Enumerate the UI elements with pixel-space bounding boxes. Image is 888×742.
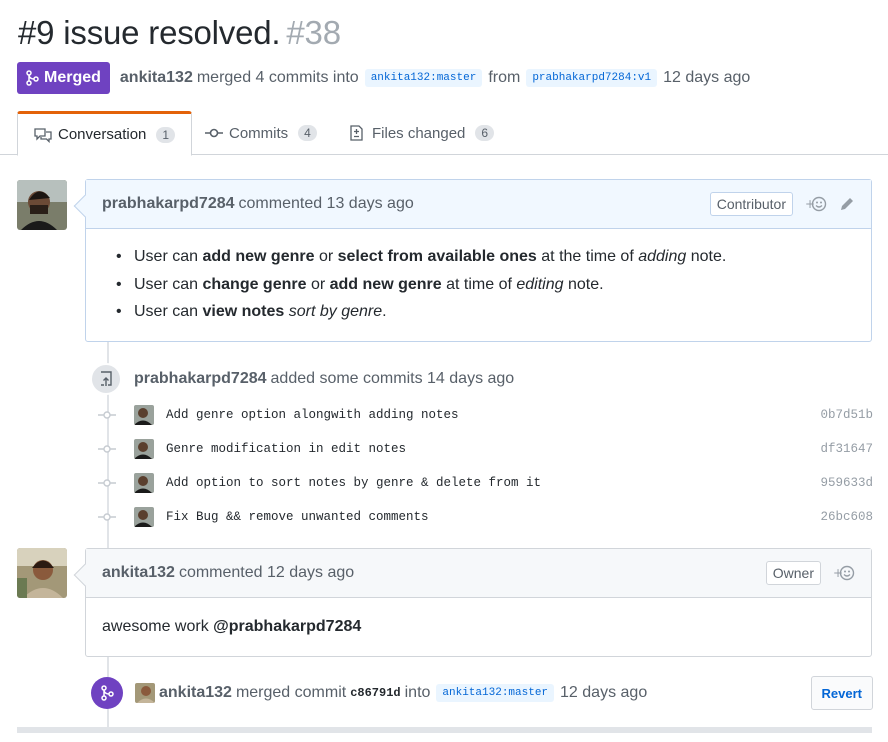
commit-group-author[interactable]: prabhakarpd7284 <box>134 370 267 388</box>
commit-sha-link[interactable]: 0b7d51b <box>820 408 873 422</box>
commit-row: Add option to sort notes by genre & dele… <box>98 471 873 495</box>
commit-message-link[interactable]: Add option to sort notes by genre & dele… <box>166 476 541 490</box>
comment-actions: Contributor + <box>709 192 855 216</box>
commit-row: Fix Bug && remove unwanted comments 26bc… <box>98 505 873 529</box>
pr-meta: Merged ankita132 merged 4 commits into a… <box>17 62 750 94</box>
commit-row: Genre modification in edit notes df31647 <box>98 437 873 461</box>
tab-label: Commits <box>229 124 289 142</box>
comment-timestamp[interactable]: commented 12 days ago <box>179 564 354 582</box>
avatar[interactable] <box>134 507 154 527</box>
tab-label: Conversation <box>58 126 147 143</box>
pr-time: 12 days ago <box>663 69 751 86</box>
comment-card: ankita132 commented 12 days ago Owner + … <box>73 548 872 657</box>
state-label: Merged <box>44 69 101 86</box>
pencil-icon[interactable] <box>839 196 855 212</box>
timeline-line <box>107 340 109 730</box>
comment-author[interactable]: prabhakarpd7284 <box>102 195 235 213</box>
list-item: User can add new genre or select from av… <box>116 243 855 271</box>
head-branch[interactable]: prabhakarpd7284:v1 <box>526 69 658 87</box>
git-commit-icon <box>98 440 116 458</box>
commit-group-header: prabhakarpd7284 added some commits 14 da… <box>90 363 514 395</box>
merge-commit-sha[interactable]: c86791d <box>350 686 400 700</box>
tab-files-changed[interactable]: Files changed 6 <box>348 111 495 155</box>
avatar[interactable] <box>134 473 154 493</box>
git-commit-icon <box>98 508 116 526</box>
merge-description: merged 4 commits into <box>196 69 359 86</box>
merge-author[interactable]: ankita132 <box>159 684 232 702</box>
avatar[interactable] <box>135 683 155 703</box>
user-mention-link[interactable]: @prabhakarpd7284 <box>213 618 361 635</box>
into-text: into <box>404 684 431 701</box>
file-diff-icon <box>350 125 363 141</box>
pr-author-link[interactable]: ankita132 <box>120 69 193 87</box>
git-merge-icon <box>91 677 123 709</box>
comment-body: awesome work @prabhakarpd7284 <box>86 598 871 648</box>
avatar[interactable] <box>17 180 67 230</box>
commit-message-link[interactable]: Fix Bug && remove unwanted comments <box>166 510 429 524</box>
from-text: from <box>488 69 521 86</box>
git-commit-icon <box>98 406 116 424</box>
commit-sha-link[interactable]: df31647 <box>820 442 873 456</box>
list-item: User can change genre or add new genre a… <box>116 271 855 299</box>
tab-counter: 4 <box>298 125 317 141</box>
tab-counter: 1 <box>156 126 176 143</box>
commit-message-link[interactable]: Add genre option alongwith adding notes <box>166 408 459 422</box>
avatar[interactable] <box>17 548 67 598</box>
comment-discussion-icon <box>34 127 52 143</box>
pr-tabs: Conversation 1 Commits 4 Files changed 6 <box>0 111 888 156</box>
comment-actions: Owner + <box>765 561 855 585</box>
tab-conversation[interactable]: Conversation 1 <box>17 111 193 156</box>
svg-text:+: + <box>833 566 843 580</box>
revert-button[interactable]: Revert <box>810 676 873 710</box>
commit-sha-link[interactable]: 959633d <box>820 476 873 490</box>
commit-sha-link[interactable]: 26bc608 <box>820 510 873 524</box>
commit-message-link[interactable]: Genre modification in edit notes <box>166 442 406 456</box>
tab-counter: 6 <box>475 125 495 141</box>
commit-row: Add genre option alongwith adding notes … <box>98 403 873 427</box>
base-branch[interactable]: ankita132:master <box>364 69 483 87</box>
merge-time[interactable]: 12 days ago <box>560 684 647 702</box>
comment-body: User can add new genre or select from av… <box>86 229 871 338</box>
merge-target-branch[interactable]: ankita132:master <box>436 684 555 702</box>
contributor-label: Contributor <box>709 192 793 216</box>
pr-number: #38 <box>286 14 341 51</box>
list-item: User can view notes sort by genre. <box>116 298 855 326</box>
comment-card: prabhakarpd7284 commented 13 days ago Co… <box>73 179 872 342</box>
tab-label: Files changed <box>372 124 466 142</box>
merge-text: merged commit <box>235 684 347 701</box>
avatar[interactable] <box>134 439 154 459</box>
merge-event: ankita132 merged commit c86791d into ank… <box>91 676 873 710</box>
git-merge-icon <box>26 70 39 86</box>
comment-header: ankita132 commented 12 days ago Owner + <box>86 549 871 598</box>
timeline-divider <box>17 727 872 733</box>
commit-group-text: added some commits 14 days ago <box>270 370 515 387</box>
repo-push-icon <box>90 363 122 395</box>
comment-list: User can add new genre or select from av… <box>102 243 855 326</box>
pr-title-text: #9 issue resolved. <box>18 14 281 51</box>
comment-header: prabhakarpd7284 commented 13 days ago Co… <box>86 180 871 229</box>
comment-timestamp[interactable]: commented 13 days ago <box>239 195 414 213</box>
git-commit-icon <box>98 474 116 492</box>
page-title: #9 issue resolved. #38 <box>18 14 341 52</box>
comment-author[interactable]: ankita132 <box>102 564 175 582</box>
svg-text:+: + <box>805 197 815 211</box>
tab-commits[interactable]: Commits 4 <box>205 111 317 155</box>
owner-label: Owner <box>765 561 821 585</box>
add-reaction-icon[interactable]: + <box>833 565 855 581</box>
add-reaction-icon[interactable]: + <box>805 196 827 212</box>
merged-state-badge: Merged <box>17 62 110 94</box>
git-commit-icon <box>205 128 223 138</box>
avatar[interactable] <box>134 405 154 425</box>
comment-text: awesome work <box>102 618 214 635</box>
